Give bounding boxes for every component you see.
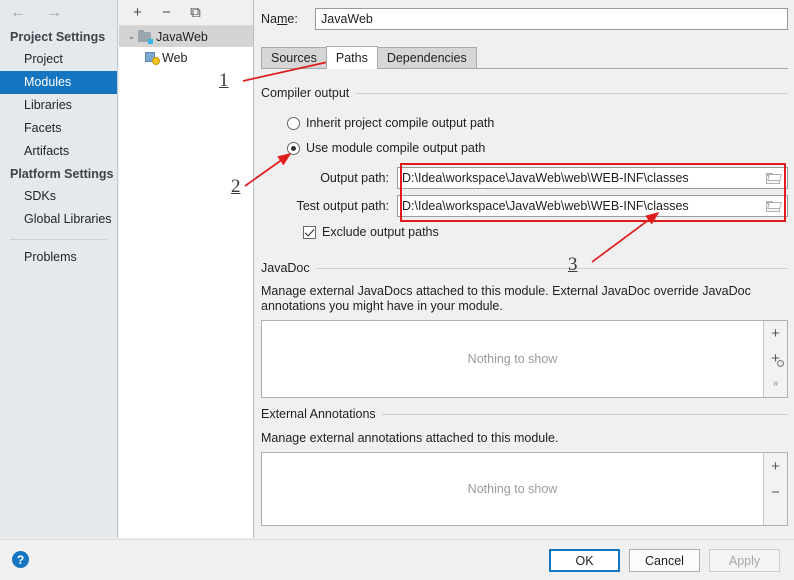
- output-path-value: D:\Idea\workspace\JavaWeb\web\WEB-INF\cl…: [402, 170, 689, 185]
- add-module-icon[interactable]: +: [130, 5, 145, 20]
- external-annotations-group: External Annotations Manage external ann…: [261, 407, 788, 526]
- exclude-output-paths-option[interactable]: Exclude output paths: [261, 222, 788, 242]
- ok-button[interactable]: OK: [549, 549, 620, 572]
- module-editor-panel: Name: Sources Paths Dependencies Compile…: [255, 0, 794, 538]
- use-module-output-path-option[interactable]: Use module compile output path: [261, 138, 788, 158]
- sidebar-group-project-settings: Project Settings: [10, 30, 106, 44]
- settings-dialog: ← → Project Settings Project Modules Lib…: [0, 0, 794, 580]
- sidebar-divider: [10, 239, 107, 240]
- remove-module-icon[interactable]: −: [159, 5, 174, 20]
- sidebar-item-project[interactable]: Project: [0, 48, 117, 71]
- sidebar-item-artifacts[interactable]: Artifacts: [0, 140, 117, 163]
- sidebar-navigation: ← →: [0, 0, 117, 26]
- sidebar-item-libraries[interactable]: Libraries: [0, 94, 117, 117]
- settings-sidebar: ← → Project Settings Project Modules Lib…: [0, 0, 118, 538]
- web-facet-icon: [145, 51, 160, 65]
- cancel-button[interactable]: Cancel: [629, 549, 700, 572]
- external-annotations-list: Nothing to show + −: [261, 452, 788, 526]
- external-annotations-empty-text: Nothing to show: [262, 453, 763, 525]
- inherit-output-path-label: Inherit project compile output path: [306, 116, 495, 130]
- compiler-output-title: Compiler output: [261, 86, 788, 100]
- tab-dependencies[interactable]: Dependencies: [376, 47, 477, 68]
- module-tree-toolbar: + − ⧉: [119, 0, 253, 26]
- javadoc-title: JavaDoc: [261, 261, 788, 275]
- output-paths-block: Output path: D:\Idea\workspace\JavaWeb\w…: [261, 166, 788, 217]
- tree-node-label: Web: [162, 50, 188, 65]
- chevron-down-icon[interactable]: ⌄: [125, 31, 138, 42]
- external-annotations-description: Manage external annotations attached to …: [261, 431, 559, 445]
- javadoc-list-buttons: + + »: [763, 321, 787, 397]
- sidebar-item-sdks[interactable]: SDKs: [0, 185, 117, 208]
- exclude-output-paths-label: Exclude output paths: [322, 225, 439, 239]
- forward-arrow-icon[interactable]: →: [46, 5, 62, 21]
- javadoc-add-url-button[interactable]: +: [764, 346, 787, 371]
- sidebar-item-problems[interactable]: Problems: [0, 246, 117, 269]
- radio-inherit-icon[interactable]: [287, 116, 300, 130]
- help-icon[interactable]: ?: [12, 551, 29, 568]
- test-output-path-value: D:\Idea\workspace\JavaWeb\web\WEB-INF\cl…: [402, 198, 689, 213]
- use-module-output-path-label: Use module compile output path: [306, 141, 486, 155]
- javadoc-empty-text: Nothing to show: [262, 321, 763, 397]
- module-tabs: Sources Paths Dependencies: [261, 46, 788, 69]
- dialog-footer: ? OK Cancel Apply: [0, 539, 794, 580]
- compiler-output-group: Compiler output Inherit project compile …: [261, 86, 788, 242]
- javadoc-list: Nothing to show + + »: [261, 320, 788, 398]
- browse-folder-icon[interactable]: [766, 172, 782, 184]
- sidebar-item-facets[interactable]: Facets: [0, 117, 117, 140]
- module-tree-panel: + − ⧉ ⌄ JavaWeb Web: [119, 0, 254, 538]
- module-name-row: Name:: [261, 8, 788, 30]
- tree-node-web[interactable]: Web: [119, 47, 253, 68]
- javadoc-expand-button[interactable]: »: [764, 372, 787, 397]
- test-output-path-field[interactable]: D:\Idea\workspace\JavaWeb\web\WEB-INF\cl…: [397, 194, 788, 217]
- inherit-output-path-option[interactable]: Inherit project compile output path: [261, 113, 788, 133]
- annotations-add-button[interactable]: +: [764, 453, 787, 479]
- javadoc-description: Manage external JavaDocs attached to thi…: [261, 284, 751, 313]
- back-arrow-icon[interactable]: ←: [10, 5, 26, 21]
- tree-node-label: JavaWeb: [156, 29, 208, 44]
- output-path-label: Output path:: [320, 170, 389, 185]
- sidebar-group-platform-settings: Platform Settings: [10, 167, 114, 181]
- output-path-field[interactable]: D:\Idea\workspace\JavaWeb\web\WEB-INF\cl…: [397, 166, 788, 189]
- tab-paths[interactable]: Paths: [325, 46, 378, 69]
- test-output-path-label: Test output path:: [296, 198, 389, 213]
- module-name-input[interactable]: [315, 8, 788, 30]
- tab-sources[interactable]: Sources: [261, 47, 327, 68]
- javadoc-add-button[interactable]: +: [764, 321, 787, 346]
- apply-button: Apply: [709, 549, 780, 572]
- sidebar-item-global-libraries[interactable]: Global Libraries: [0, 208, 117, 231]
- output-path-row: Output path: D:\Idea\workspace\JavaWeb\w…: [261, 166, 788, 189]
- external-annotations-list-buttons: + −: [763, 453, 787, 525]
- module-folder-icon: [138, 29, 153, 44]
- checkbox-exclude-icon[interactable]: [303, 225, 316, 239]
- external-annotations-title: External Annotations: [261, 407, 788, 421]
- annotations-remove-button[interactable]: −: [764, 479, 787, 505]
- test-output-path-row: Test output path: D:\Idea\workspace\Java…: [261, 194, 788, 217]
- copy-module-icon[interactable]: ⧉: [188, 5, 203, 20]
- tree-node-javaweb[interactable]: ⌄ JavaWeb: [119, 26, 253, 47]
- radio-module-icon[interactable]: [287, 141, 300, 155]
- module-name-label: Name:: [261, 12, 298, 26]
- browse-folder-icon[interactable]: [766, 200, 782, 212]
- sidebar-item-modules[interactable]: Modules: [0, 71, 117, 94]
- javadoc-group: JavaDoc Manage external JavaDocs attache…: [261, 261, 788, 398]
